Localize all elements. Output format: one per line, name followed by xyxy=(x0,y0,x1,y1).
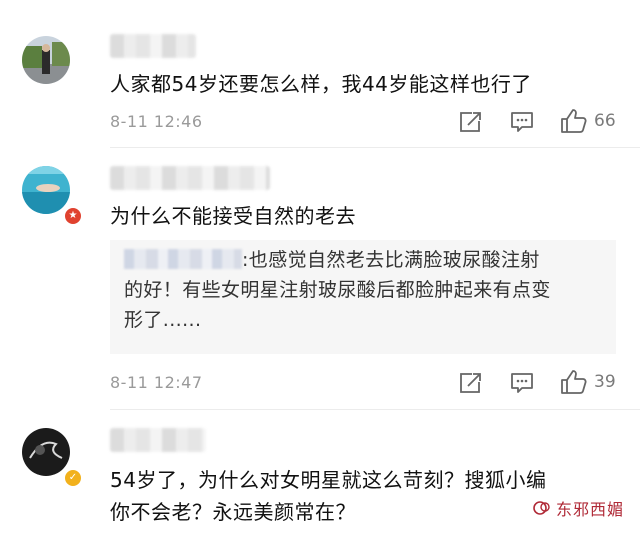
comment-icon[interactable] xyxy=(508,110,536,134)
reply-text: :也感觉自然老去比满脸玻尿酸注射 的好！有些女明星注射玻尿酸后都脸肿起来有点变 … xyxy=(124,245,608,335)
comment-icon[interactable] xyxy=(508,371,536,395)
avatar[interactable] xyxy=(22,166,70,214)
verified-badge: ★ xyxy=(63,206,83,226)
divider xyxy=(110,147,640,148)
comment-time: 8-11 12:47 xyxy=(110,373,203,392)
share-icon[interactable] xyxy=(456,110,484,134)
comment-text-line-2: 你不会老？永远美颜常在？ xyxy=(110,500,356,524)
comment-text: 人家都54岁还要怎么样，我44岁能这样也行了 xyxy=(110,72,532,96)
like-icon[interactable] xyxy=(560,108,588,133)
reply-line-1: :也感觉自然老去比满脸玻尿酸注射 xyxy=(242,249,540,271)
reply-line-3: 形了...... xyxy=(124,309,202,331)
watermark-logo-icon xyxy=(532,498,552,518)
share-icon[interactable] xyxy=(456,371,484,395)
reply-username-blurred[interactable] xyxy=(124,249,242,269)
avatar[interactable] xyxy=(22,428,70,476)
username-blurred[interactable] xyxy=(110,166,270,190)
like-count: 39 xyxy=(594,372,616,392)
verified-badge: ✓ xyxy=(63,468,83,488)
username-blurred[interactable] xyxy=(110,428,206,452)
comment-time: 8-11 12:46 xyxy=(110,112,203,131)
watermark-text: 东邪西媚 xyxy=(556,500,625,519)
watermark: 东邪西媚 xyxy=(532,496,624,520)
reply-line-2: 的好！有些女明星注射玻尿酸后都脸肿起来有点变 xyxy=(124,279,551,301)
comment-text-line-1: 54岁了，为什么对女明星就这么苛刻？搜狐小编 xyxy=(110,468,547,492)
like-count: 66 xyxy=(594,111,616,131)
username-blurred[interactable] xyxy=(110,34,196,58)
avatar[interactable] xyxy=(22,36,70,84)
comment-text: 为什么不能接受自然的老去 xyxy=(110,204,356,228)
like-icon[interactable] xyxy=(560,369,588,394)
divider xyxy=(110,409,640,410)
